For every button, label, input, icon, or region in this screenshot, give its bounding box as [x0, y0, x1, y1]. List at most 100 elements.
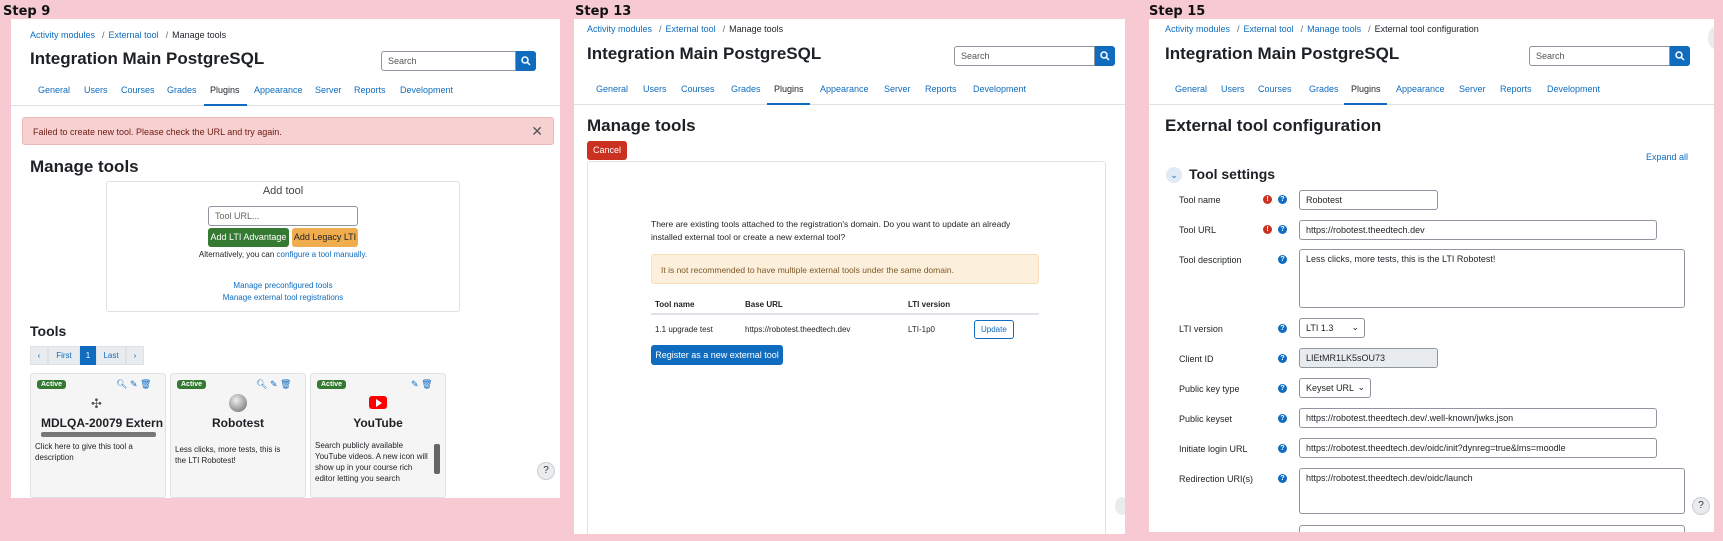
tool-url-input[interactable]: https://robotest.theedtech.dev [1299, 220, 1657, 240]
tab-appearance[interactable]: Appearance [254, 85, 303, 95]
tab-plugins[interactable]: Plugins [774, 84, 804, 94]
drawer-toggle-partial[interactable] [1708, 27, 1714, 49]
next-field-partial[interactable] [1299, 525, 1685, 532]
tab-plugins[interactable]: Plugins [1351, 84, 1381, 94]
tab-grades[interactable]: Grades [167, 85, 197, 95]
alternatively-prefix: Alternatively, you can [198, 250, 275, 259]
help-button-partial[interactable] [1115, 497, 1125, 515]
breadcrumb-activity-modules[interactable]: Activity modules [587, 24, 652, 34]
breadcrumb-external-tool[interactable]: External tool [1244, 24, 1294, 34]
public-key-type-select[interactable]: Keyset URL ⌄ [1299, 378, 1371, 398]
search-input[interactable]: Search [954, 46, 1095, 66]
breadcrumb-external-tool[interactable]: External tool [666, 24, 716, 34]
tab-server[interactable]: Server [315, 85, 342, 95]
configure-manually-link[interactable]: configure a tool manually. [277, 250, 368, 259]
tab-reports[interactable]: Reports [1500, 84, 1532, 94]
tab-development[interactable]: Development [400, 85, 453, 95]
search-button[interactable] [1670, 46, 1690, 66]
tab-general[interactable]: General [38, 85, 70, 95]
tab-server[interactable]: Server [1459, 84, 1486, 94]
help-icon[interactable]: ? [1278, 414, 1287, 423]
breadcrumb-activity-modules[interactable]: Activity modules [1165, 24, 1230, 34]
page-current[interactable]: 1 [80, 346, 96, 365]
tab-general[interactable]: General [596, 84, 628, 94]
vertical-scrollbar[interactable] [434, 444, 440, 474]
tab-users[interactable]: Users [84, 85, 108, 95]
tool-url-input[interactable]: Tool URL... [208, 206, 358, 226]
help-button[interactable]: ? [1692, 497, 1710, 515]
tab-grades[interactable]: Grades [1309, 84, 1339, 94]
search-input[interactable]: Search [1529, 46, 1670, 66]
page-last[interactable]: Last [96, 346, 126, 365]
tool-card[interactable]: Active 🔍︎ ✎ 🗑︎ ✣ MDLQA-20079 Extern Clic… [30, 373, 166, 498]
delete-icon[interactable]: 🗑︎ [140, 379, 151, 389]
breadcrumb-current: External tool configuration [1374, 24, 1479, 34]
edit-icon[interactable]: ✎ [411, 379, 419, 389]
login-url-label: Initiate login URL [1179, 444, 1248, 454]
breadcrumb-activity-modules[interactable]: Activity modules [30, 30, 95, 40]
search-icon[interactable]: 🔍︎ [256, 379, 267, 389]
tab-courses[interactable]: Courses [681, 84, 715, 94]
delete-icon[interactable]: 🗑︎ [421, 379, 432, 389]
tool-description-textarea[interactable]: Less clicks, more tests, this is the LTI… [1299, 249, 1685, 308]
tab-courses[interactable]: Courses [121, 85, 155, 95]
page-first[interactable]: First [48, 346, 80, 365]
help-icon[interactable]: ? [1278, 195, 1287, 204]
help-icon[interactable]: ? [1278, 255, 1287, 264]
tab-server[interactable]: Server [884, 84, 911, 94]
tab-development[interactable]: Development [1547, 84, 1600, 94]
cell-tool-name: 1.1 upgrade test [651, 313, 741, 344]
update-button[interactable]: Update [974, 320, 1014, 339]
tab-grades[interactable]: Grades [731, 84, 761, 94]
tool-registrations-link[interactable]: Manage external tool registrations [107, 293, 459, 302]
tab-appearance[interactable]: Appearance [1396, 84, 1445, 94]
card-actions: 🔍︎ ✎ 🗑︎ [116, 379, 151, 390]
tab-appearance[interactable]: Appearance [820, 84, 869, 94]
close-icon[interactable]: ✕ [531, 123, 543, 140]
tab-reports[interactable]: Reports [925, 84, 957, 94]
tab-plugins[interactable]: Plugins [210, 85, 240, 95]
search-button[interactable] [516, 51, 536, 71]
public-keyset-input[interactable]: https://robotest.theedtech.dev/.well-kno… [1299, 408, 1657, 428]
active-tab-indicator [767, 103, 810, 105]
tool-card[interactable]: Active ✎ 🗑︎ YouTube Search publicly avai… [310, 373, 446, 498]
tool-name-input[interactable]: Robotest [1299, 190, 1438, 210]
edit-icon[interactable]: ✎ [130, 379, 138, 389]
add-legacy-lti-button[interactable]: Add Legacy LTI [292, 228, 358, 247]
add-lti-advantage-button[interactable]: Add LTI Advantage [208, 228, 289, 247]
help-icon[interactable]: ? [1278, 474, 1287, 483]
edit-icon[interactable]: ✎ [270, 379, 278, 389]
card-actions: 🔍︎ ✎ 🗑︎ [256, 379, 291, 390]
tool-card[interactable]: Active 🔍︎ ✎ 🗑︎ Robotest Less clicks, mor… [170, 373, 306, 498]
help-icon[interactable]: ? [1278, 324, 1287, 333]
help-icon[interactable]: ? [1278, 444, 1287, 453]
delete-icon[interactable]: 🗑︎ [280, 379, 291, 389]
help-button[interactable]: ? [537, 462, 555, 480]
tab-courses[interactable]: Courses [1258, 84, 1292, 94]
help-icon[interactable]: ? [1278, 384, 1287, 393]
tab-users[interactable]: Users [643, 84, 667, 94]
help-icon[interactable]: ? [1278, 225, 1287, 234]
breadcrumb-external-tool[interactable]: External tool [109, 30, 159, 40]
login-url-input[interactable]: https://robotest.theedtech.dev/oidc/init… [1299, 438, 1657, 458]
chevron-left-icon[interactable]: ‹ [30, 346, 48, 365]
breadcrumb-manage-tools[interactable]: Manage tools [1307, 24, 1361, 34]
expand-all-link[interactable]: Expand all [1646, 152, 1688, 162]
help-icon[interactable]: ? [1278, 354, 1287, 363]
tab-users[interactable]: Users [1221, 84, 1245, 94]
tab-reports[interactable]: Reports [354, 85, 386, 95]
search-icon[interactable]: 🔍︎ [116, 379, 127, 389]
redirection-uri-textarea[interactable]: https://robotest.theedtech.dev/oidc/laun… [1299, 468, 1685, 514]
chevron-down-icon[interactable]: ⌄ [1166, 167, 1182, 183]
horizontal-scrollbar[interactable] [41, 432, 156, 437]
chevron-right-icon[interactable]: › [126, 346, 144, 365]
preconfigured-tools-link[interactable]: Manage preconfigured tools [107, 281, 459, 290]
search-input[interactable]: Search [381, 51, 516, 71]
tab-general[interactable]: General [1175, 84, 1207, 94]
search-button[interactable] [1095, 46, 1115, 66]
register-new-tool-button[interactable]: Register as a new external tool [651, 345, 783, 365]
step-13-screen: Activity modules / External tool / Manage to… [574, 19, 1125, 534]
tab-development[interactable]: Development [973, 84, 1026, 94]
cancel-button[interactable]: Cancel [587, 141, 627, 160]
lti-version-select[interactable]: LTI 1.3 ⌄ [1299, 318, 1365, 338]
